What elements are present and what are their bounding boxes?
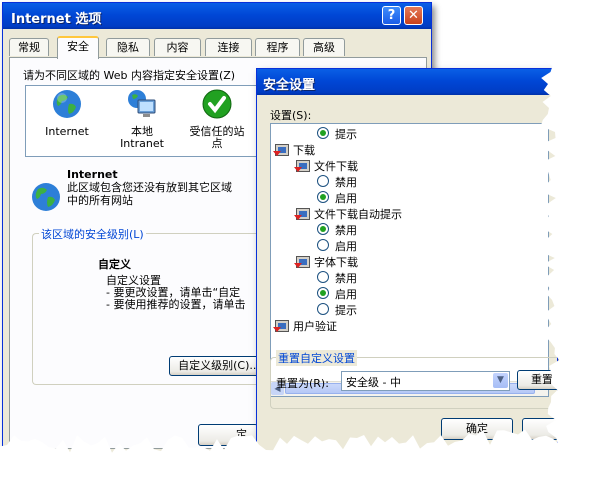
zone-internet-label: Internet <box>45 125 89 138</box>
security-settings-titlebar[interactable]: 安全设置 <box>257 69 557 95</box>
intranet-icon <box>128 90 156 117</box>
tree-item-label: 禁用 <box>335 272 357 285</box>
tree-radio-option[interactable]: 提示 <box>317 126 357 142</box>
reset-level-select[interactable]: 安全级 - 中 ▼ <box>341 371 510 391</box>
tree-item-label: 文件下载 <box>314 160 358 173</box>
tree-item-label: 提示 <box>335 304 357 317</box>
tree-item-label: 用户验证 <box>293 320 337 333</box>
tab-content[interactable]: 内容 <box>154 38 201 56</box>
reset-button[interactable]: 重置 <box>517 370 557 390</box>
tree-item-label: 禁用 <box>335 176 357 189</box>
tree-item-label: 启用 <box>335 288 357 301</box>
tree-item-label: 文件下载自动提示 <box>314 208 402 221</box>
custom-level-button[interactable]: 自定义级别(C)... <box>169 356 269 376</box>
tab-connections[interactable]: 连接 <box>205 38 252 56</box>
zone-title: Internet <box>67 168 118 181</box>
help-button[interactable]: ? <box>382 6 401 25</box>
tree-radio-option[interactable]: 禁用 <box>317 222 357 238</box>
close-button[interactable]: ✕ <box>404 6 423 25</box>
zone-trusted-label: 受信任的站 点 <box>189 125 245 150</box>
tree-radio-option[interactable]: 启用 <box>317 286 357 302</box>
security-level-label: 该区域的安全级别(L) <box>39 226 146 242</box>
tree-category[interactable]: 用户验证 <box>273 318 337 334</box>
tab-general[interactable]: 常规 <box>9 38 49 56</box>
zone-intranet[interactable]: 本地 Intranet <box>107 88 177 150</box>
tree-item-label: 字体下载 <box>314 256 358 269</box>
reset-to-label: 重置为(R): <box>276 377 329 390</box>
tree-radio-option[interactable]: 启用 <box>317 190 357 206</box>
check-icon <box>202 89 232 119</box>
internet-options-titlebar[interactable]: Internet 选项 ? ✕ <box>3 3 431 29</box>
tab-security[interactable]: 安全 <box>57 36 99 59</box>
zone-description: 此区域包含您还没有放到其它区域 中的所有网站 <box>67 181 232 207</box>
tree-radio-option[interactable]: 提示 <box>317 302 357 318</box>
security-cancel-button[interactable] <box>522 418 557 440</box>
radio-icon[interactable] <box>317 191 329 203</box>
settings-category-icon <box>294 256 310 268</box>
ok-button[interactable]: 定 <box>198 424 258 446</box>
radio-icon[interactable] <box>317 127 329 139</box>
tab-programs[interactable]: 程序 <box>255 38 300 56</box>
radio-icon[interactable] <box>317 239 329 251</box>
security-settings-title: 安全设置 <box>263 78 316 93</box>
tree-item-label: 下载 <box>293 144 315 157</box>
reset-group: 重置自定义设置 重置为(R): 安全级 - 中 ▼ 重置 <box>270 350 557 409</box>
tree-radio-option[interactable]: 禁用 <box>317 174 357 190</box>
radio-icon[interactable] <box>317 303 329 315</box>
tree-category[interactable]: 下载 <box>273 142 315 158</box>
globe-icon <box>53 90 81 118</box>
chevron-down-icon[interactable]: ▼ <box>493 373 508 388</box>
tree-item-label: 禁用 <box>335 224 357 237</box>
tree-radio-option[interactable]: 禁用 <box>317 270 357 286</box>
tab-privacy[interactable]: 隐私 <box>106 38 150 56</box>
radio-icon[interactable] <box>317 271 329 283</box>
radio-icon[interactable] <box>317 175 329 187</box>
settings-category-icon <box>273 144 289 156</box>
custom-line-3: - 要使用推荐的设置，请单击 <box>106 298 246 311</box>
tab-advanced[interactable]: 高级 <box>303 38 345 56</box>
internet-options-title: Internet 选项 <box>11 12 102 27</box>
settings-category-icon <box>294 208 310 220</box>
radio-icon[interactable] <box>317 223 329 235</box>
radio-icon[interactable] <box>317 287 329 299</box>
zones-prompt: 请为不同区域的 Web 内容指定安全设置(Z) <box>23 69 236 82</box>
settings-label: 设置(S): <box>270 109 312 122</box>
reset-level-value: 安全级 - 中 <box>346 376 401 389</box>
tree-item-label: 提示 <box>335 128 357 141</box>
zone-intranet-label: 本地 Intranet <box>120 125 164 150</box>
zone-internet[interactable]: Internet <box>32 88 102 138</box>
tree-item-label: 启用 <box>335 192 357 205</box>
tree-category[interactable]: 文件下载自动提示 <box>294 206 402 222</box>
security-ok-button[interactable]: 确定 <box>441 418 513 440</box>
tree-radio-option[interactable]: 启用 <box>317 238 357 254</box>
tree-category[interactable]: 文件下载 <box>294 158 358 174</box>
security-settings-window: 安全设置 设置(S): 提示 下载 文件下载 禁用 启用 文件下载自动提示 禁用 启用 字体下载… <box>256 68 558 465</box>
globe-icon <box>32 183 60 211</box>
custom-title: 自定义 <box>98 258 131 271</box>
settings-category-icon <box>273 320 289 332</box>
tree-item-label: 启用 <box>335 240 357 253</box>
settings-category-icon <box>294 160 310 172</box>
zone-trusted[interactable]: 受信任的站 点 <box>182 88 252 150</box>
tree-category[interactable]: 字体下载 <box>294 254 358 270</box>
reset-group-label: 重置自定义设置 <box>276 350 357 366</box>
